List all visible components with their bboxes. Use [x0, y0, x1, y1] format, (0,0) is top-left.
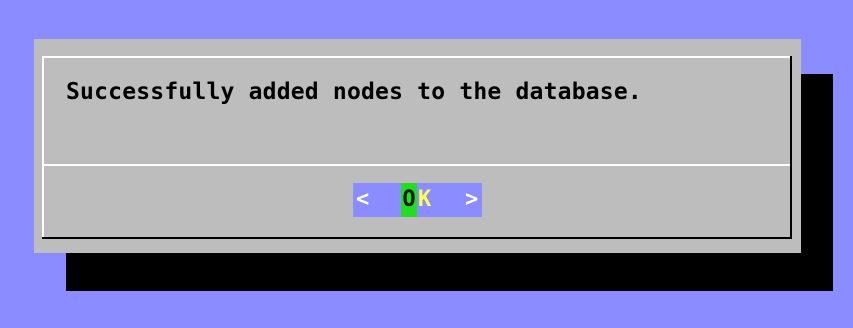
- dialog-separator: [42, 164, 792, 166]
- ok-button-left-bracket: <: [356, 187, 370, 212]
- ok-button-hotkey: O: [401, 183, 417, 217]
- ok-button-right-bracket: >: [465, 187, 479, 212]
- dialog-frame-top: [42, 56, 792, 58]
- dialog-message: Successfully added nodes to the database…: [66, 79, 642, 105]
- ok-button[interactable]: < O K >: [353, 183, 482, 217]
- dialog-frame-left: [42, 56, 44, 239]
- dialog-separator-tick: [790, 164, 792, 166]
- dialog-frame-bottom: [42, 237, 792, 239]
- ok-button-label: K: [418, 187, 432, 212]
- message-dialog: Successfully added nodes to the database…: [34, 39, 801, 253]
- dialog-frame-right: [790, 56, 792, 239]
